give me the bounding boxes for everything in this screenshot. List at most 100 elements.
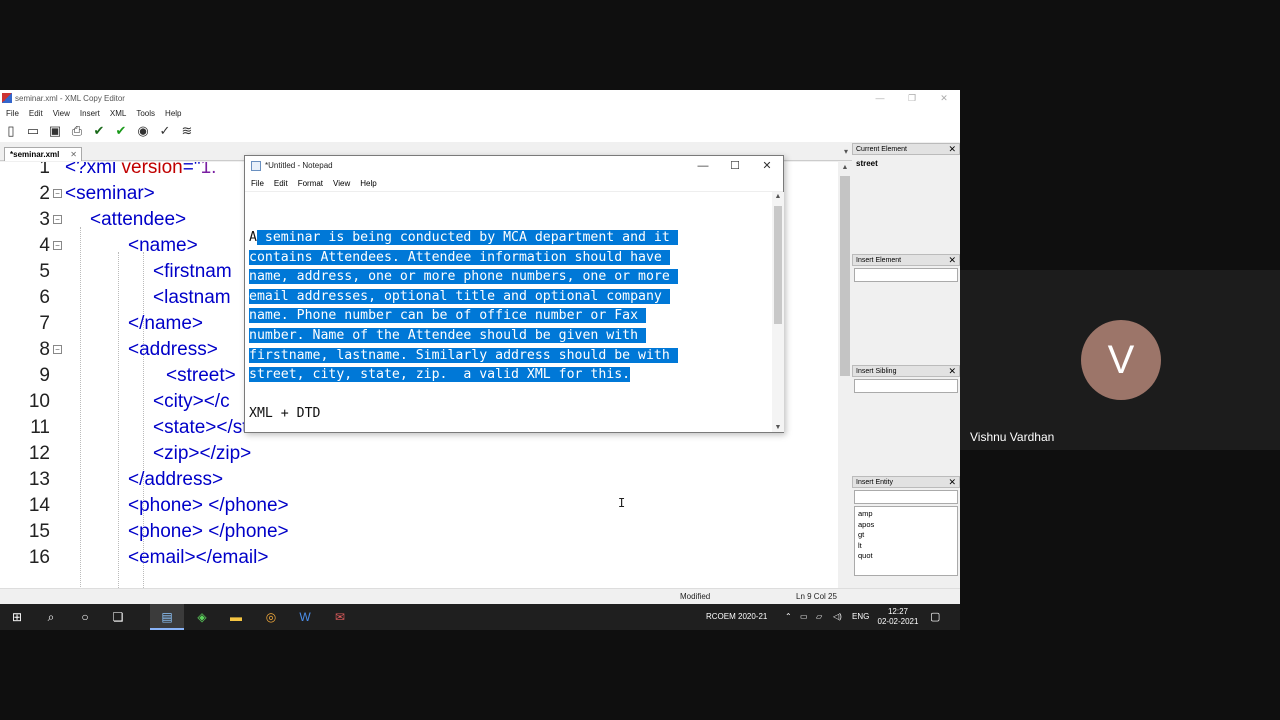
menu-view[interactable]: View <box>53 109 70 118</box>
menu-help[interactable]: Help <box>360 179 376 188</box>
xml-editor-app-icon <box>2 93 12 103</box>
menu-xml[interactable]: XML <box>110 109 126 118</box>
notification-icon[interactable]: ▢ <box>930 604 940 630</box>
close-icon[interactable]: ✕ <box>948 255 956 266</box>
participant-tile[interactable]: V Vishnu Vardhan <box>960 270 1280 450</box>
menu-help[interactable]: Help <box>165 109 181 118</box>
shared-screen: seminar.xml - XML Copy Editor — ❐ ✕ File… <box>0 90 960 630</box>
chrome-icon[interactable]: ◎ <box>263 609 279 625</box>
pretty-print-icon[interactable]: ≋ <box>179 123 195 139</box>
scrollbar-thumb[interactable] <box>840 176 850 376</box>
fold-toggle-icon[interactable]: − <box>53 241 62 250</box>
word-icon[interactable]: W <box>297 609 313 625</box>
clock[interactable]: 12:27 02-02-2021 <box>876 607 920 627</box>
spellcheck-icon[interactable]: ✓ <box>157 123 173 139</box>
language-indicator[interactable]: ENG <box>852 604 869 630</box>
list-item[interactable]: quot <box>858 551 954 562</box>
windows-start-icon[interactable]: ⊞ <box>9 609 25 625</box>
print-icon[interactable]: ⎙ <box>69 123 85 139</box>
network-icon[interactable]: ▱ <box>816 604 822 630</box>
line-number: 14 <box>28 495 50 516</box>
code-line[interactable]: 12 <zip></zip> <box>0 441 838 467</box>
fold-toggle-icon[interactable]: − <box>53 345 62 354</box>
fold-toggle-icon[interactable]: − <box>53 189 62 198</box>
minimize-icon[interactable]: — <box>687 156 719 176</box>
cortana-icon[interactable]: ○ <box>77 609 93 625</box>
code-text: <zip></zip> <box>153 443 252 464</box>
xml-copy-editor-icon[interactable]: ✉ <box>332 609 348 625</box>
list-item[interactable]: lt <box>858 541 954 552</box>
close-icon[interactable]: ✕ <box>948 366 956 377</box>
notepad-text-line: contains Attendees. Attendee information… <box>249 248 670 268</box>
list-item[interactable]: gt <box>858 530 954 541</box>
code-line[interactable]: 14 <phone> </phone> <box>0 493 838 519</box>
scroll-down-icon[interactable]: ▼ <box>772 424 784 431</box>
restore-icon[interactable]: ❐ <box>896 90 928 106</box>
notepad-text-line: street, city, state, zip. a valid XML fo… <box>249 365 631 385</box>
notepad-text-line: name. Phone number can be of office numb… <box>249 306 646 326</box>
selected-text: number. Name of the Attendee should be g… <box>249 328 646 343</box>
line-number: 12 <box>28 443 50 464</box>
open-folder-icon[interactable]: ▭ <box>25 123 41 139</box>
scroll-up-icon[interactable]: ▲ <box>772 193 784 200</box>
notepad-vertical-scrollbar[interactable]: ▲ ▼ <box>772 192 784 432</box>
close-icon[interactable]: ✕ <box>928 90 960 106</box>
menu-view[interactable]: View <box>333 179 350 188</box>
editor-statusbar: Modified Ln 9 Col 25 <box>0 588 960 604</box>
check-wellformed-icon[interactable]: ✔ <box>91 123 107 139</box>
minimize-icon[interactable]: — <box>864 90 896 106</box>
insert-sibling-filter-input[interactable] <box>854 379 958 393</box>
menu-edit[interactable]: Edit <box>29 109 43 118</box>
scrollbar-thumb[interactable] <box>774 206 782 324</box>
xml-editor-taskbar-icon[interactable]: ◈ <box>194 609 210 625</box>
insert-entity-pane: Insert Entity ✕ amp apos gt lt quot <box>852 476 960 586</box>
fold-toggle-icon[interactable]: − <box>53 215 62 224</box>
clock-date: 02-02-2021 <box>877 617 919 626</box>
list-item[interactable]: apos <box>858 520 954 531</box>
tab-seminar-xml[interactable]: *seminar.xml ✕ <box>4 147 82 161</box>
close-icon[interactable]: ✕ <box>948 144 956 155</box>
insert-element-filter-input[interactable] <box>854 268 958 282</box>
code-line[interactable]: 15 <phone> </phone> <box>0 519 838 545</box>
scroll-up-icon[interactable]: ▲ <box>838 164 852 171</box>
code-line[interactable]: 16 <email></email> <box>0 545 838 571</box>
editor-vertical-scrollbar[interactable]: ▲ ▼ <box>838 162 852 630</box>
volume-icon[interactable]: ◁) <box>833 604 842 630</box>
notepad-taskbar-icon[interactable]: ▤ <box>159 609 175 625</box>
code-text: <firstnam <box>153 261 232 282</box>
avatar: V <box>1081 320 1161 400</box>
participant-name: Vishnu Vardhan <box>970 430 1055 444</box>
editor-toolbar: ▯ ▭ ▣ ⎙ ✔ ✔ ◉ ✓ ≋ <box>0 120 960 142</box>
insert-entity-filter-input[interactable] <box>854 490 958 504</box>
battery-icon[interactable]: ▭ <box>800 604 808 630</box>
menu-file[interactable]: File <box>6 109 19 118</box>
search-icon[interactable]: ⌕ <box>43 609 59 625</box>
close-icon[interactable]: ✕ <box>948 477 956 488</box>
line-number: 15 <box>28 521 50 542</box>
menu-insert[interactable]: Insert <box>80 109 100 118</box>
chevron-up-icon[interactable]: ⌃ <box>785 604 792 630</box>
maximize-icon[interactable]: ☐ <box>719 156 751 176</box>
list-item[interactable]: amp <box>858 509 954 520</box>
code-line[interactable]: 13 </address> <box>0 467 838 493</box>
file-explorer-icon[interactable]: ▬ <box>228 609 244 625</box>
code-text: <attendee> <box>90 209 187 230</box>
new-file-icon[interactable]: ▯ <box>3 123 19 139</box>
save-icon[interactable]: ▣ <box>47 123 63 139</box>
browser-preview-icon[interactable]: ◉ <box>135 123 151 139</box>
validate-icon[interactable]: ✔ <box>113 123 129 139</box>
menu-edit[interactable]: Edit <box>274 179 288 188</box>
notepad-window[interactable]: *Untitled - Notepad — ☐ ✕ File Edit Form… <box>244 155 784 433</box>
tab-close-icon[interactable]: ✕ <box>70 148 77 161</box>
current-element-pane: Current Element ✕ street <box>852 143 960 253</box>
menu-format[interactable]: Format <box>298 179 323 188</box>
menu-file[interactable]: File <box>251 179 264 188</box>
notepad-text-area[interactable]: A seminar is being conducted by MCA depa… <box>245 192 772 432</box>
tray-label[interactable]: RCOEM 2020-21 <box>706 604 767 630</box>
code-text: <phone> </phone> <box>128 495 289 516</box>
menu-tools[interactable]: Tools <box>136 109 155 118</box>
tab-dropdown-icon[interactable]: ▾ <box>844 147 848 156</box>
task-view-icon[interactable]: ❏ <box>110 609 126 625</box>
close-icon[interactable]: ✕ <box>751 156 783 176</box>
selected-text: name, address, one or more phone numbers… <box>249 269 678 285</box>
